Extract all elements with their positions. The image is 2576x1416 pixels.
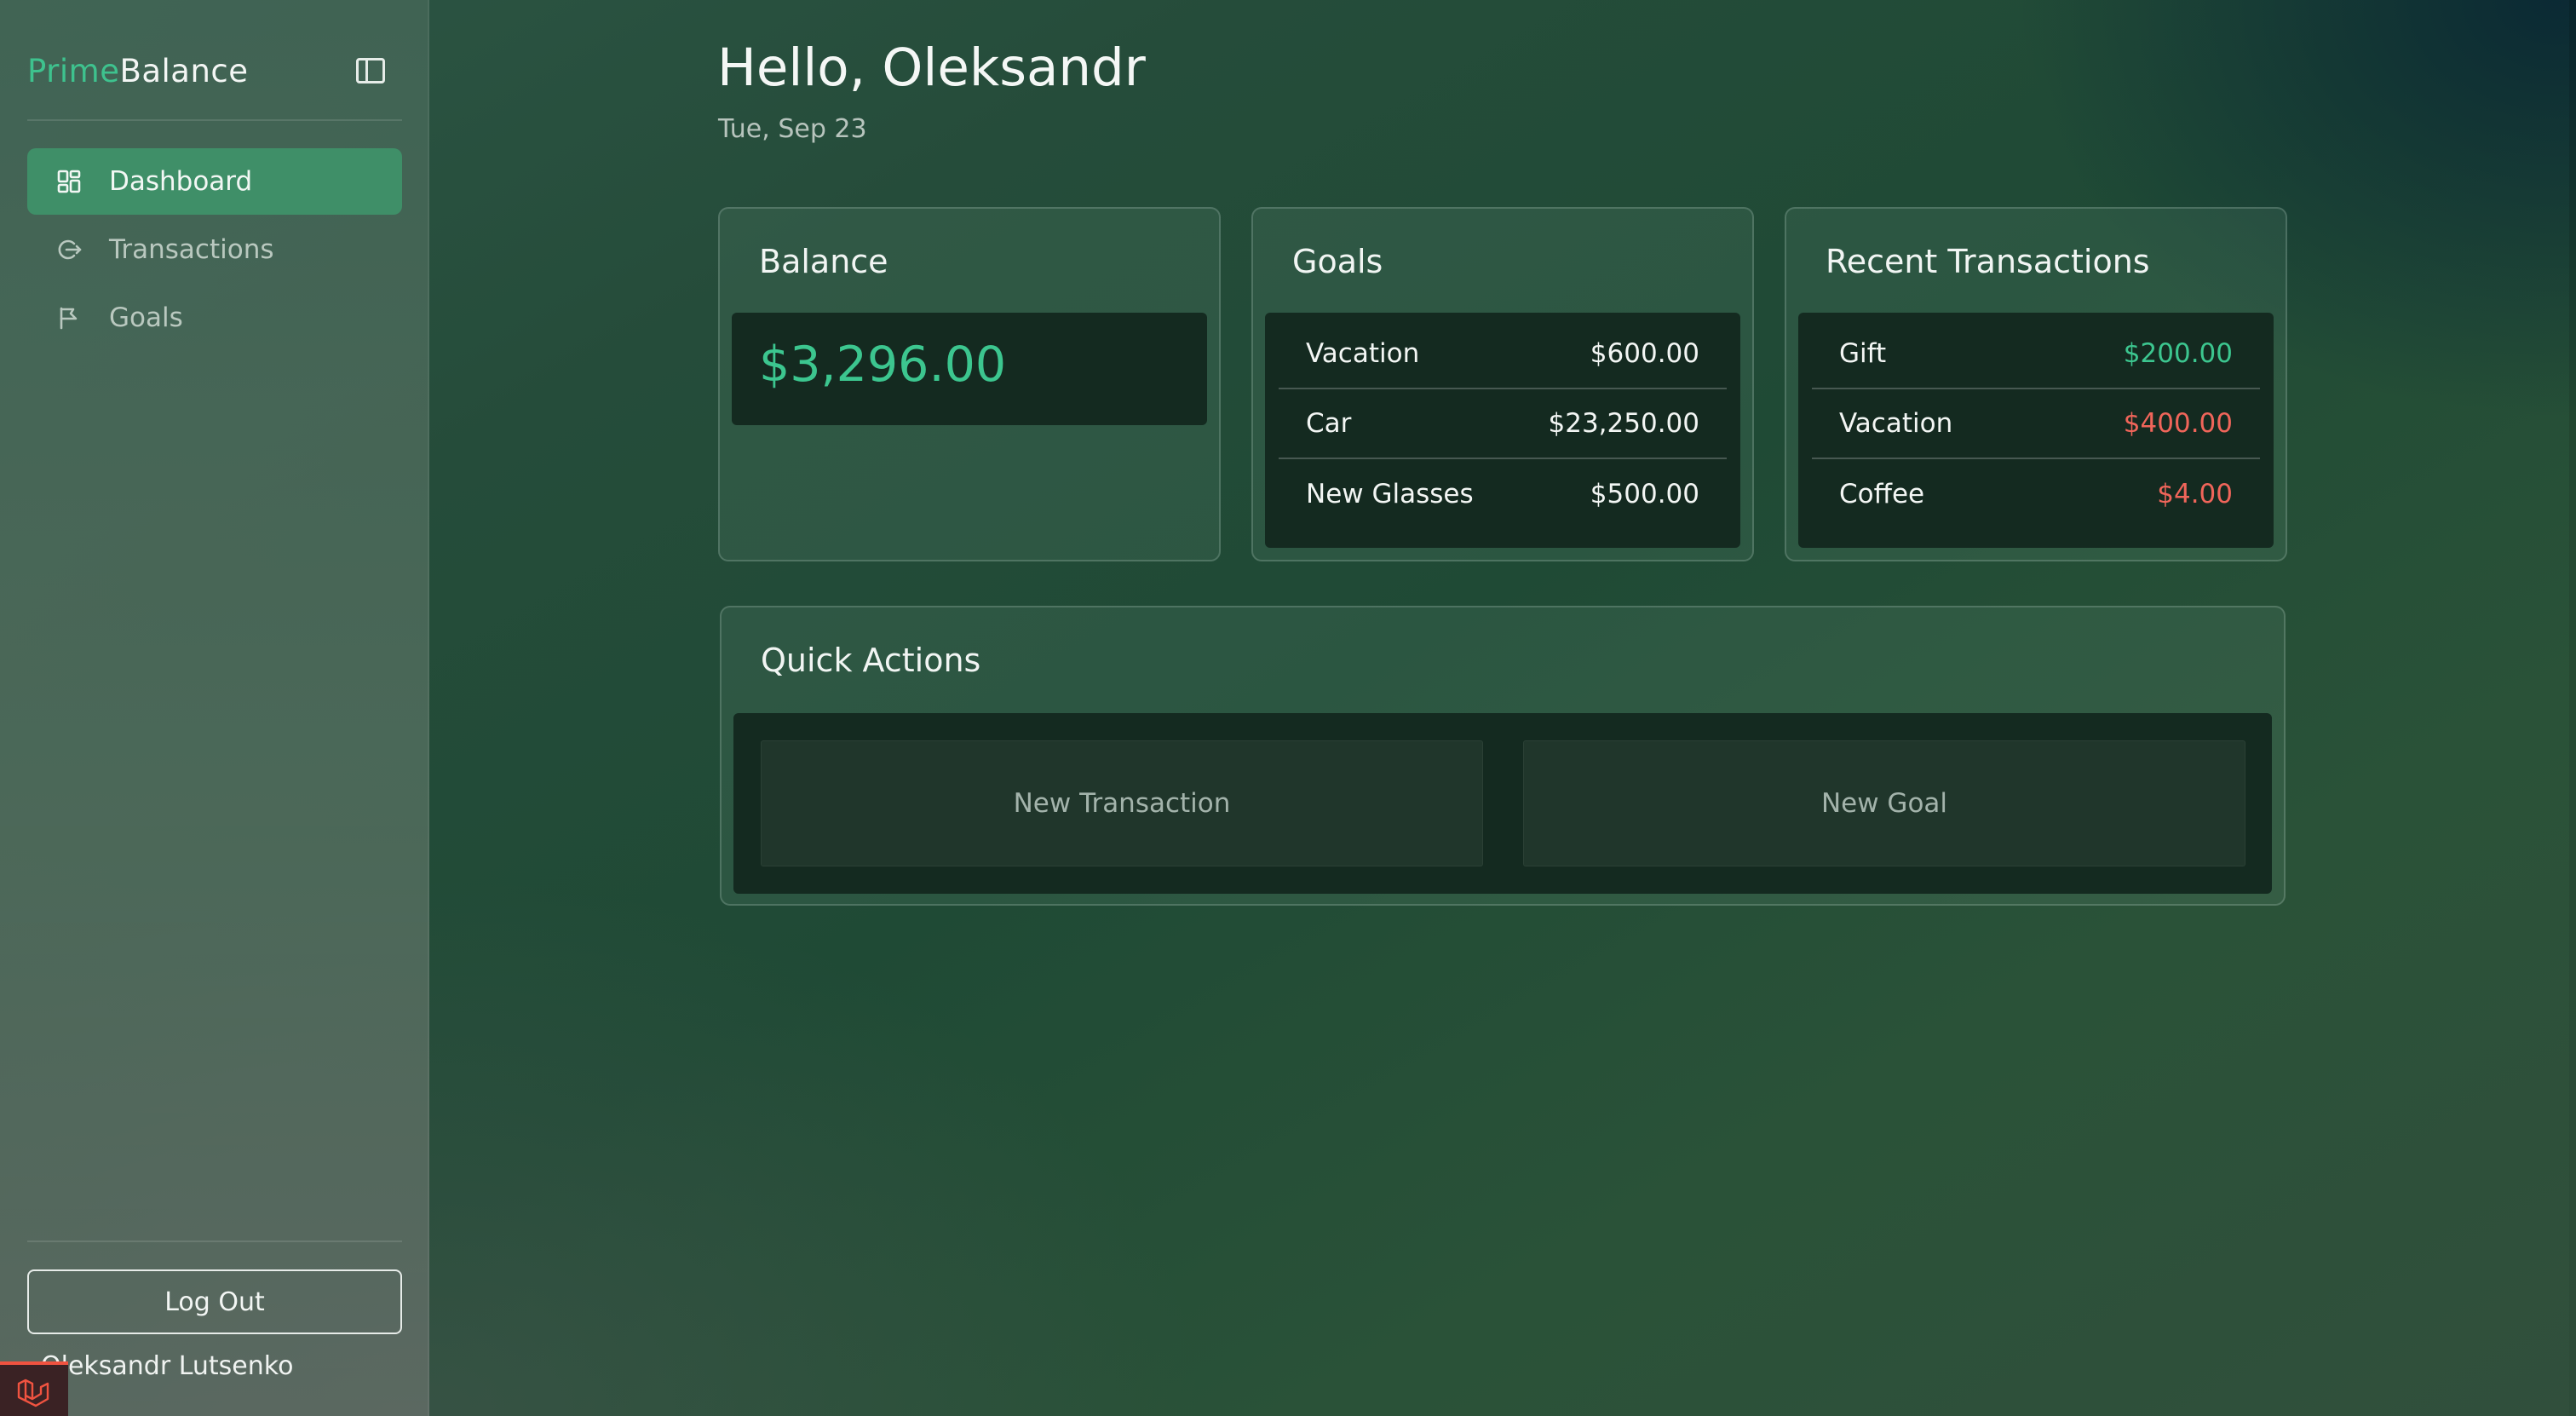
- quick-actions-card: Quick Actions New Transaction New Goal: [720, 606, 2286, 906]
- goal-row[interactable]: Car $23,250.00: [1279, 389, 1727, 459]
- recent-transactions-card: Recent Transactions Gift $200.00 Vacatio…: [1785, 207, 2287, 561]
- goal-amount: $600.00: [1590, 338, 1699, 369]
- transactions-arrows-icon: [58, 239, 82, 260]
- flag-icon: [60, 307, 78, 330]
- balance-card-title: Balance: [759, 243, 888, 280]
- transaction-amount: $400.00: [2123, 408, 2233, 439]
- transaction-amount: $200.00: [2123, 338, 2233, 369]
- balance-card: Balance $3,296.00: [718, 207, 1221, 561]
- goals-list: Vacation $600.00 Car $23,250.00 New Glas…: [1265, 313, 1740, 548]
- sidebar-toggle-icon[interactable]: [356, 58, 385, 83]
- goal-name: New Glasses: [1306, 479, 1474, 509]
- brand-logo[interactable]: PrimeBalance: [27, 53, 249, 89]
- recent-transactions-title: Recent Transactions: [1826, 243, 2150, 280]
- page-title: Hello, Oleksandr: [717, 37, 1146, 98]
- transaction-row[interactable]: Coffee $4.00: [1812, 459, 2260, 529]
- sidebar-item-goals[interactable]: Goals: [27, 285, 402, 351]
- sidebar-divider-top: [27, 119, 402, 121]
- dashboard-grid-icon: [57, 170, 81, 193]
- goal-amount: $500.00: [1590, 479, 1699, 509]
- transaction-name: Vacation: [1839, 408, 1953, 439]
- goal-name: Vacation: [1306, 338, 1420, 369]
- transaction-name: Coffee: [1839, 479, 1925, 509]
- transaction-row[interactable]: Vacation $400.00: [1812, 389, 2260, 459]
- sidebar-item-dashboard[interactable]: Dashboard: [27, 148, 402, 215]
- sidebar-item-label: Goals: [109, 302, 183, 333]
- transaction-row[interactable]: Gift $200.00: [1812, 319, 2260, 389]
- app-window: PrimeBalance Dashboard Transactions Goal…: [0, 0, 2576, 1416]
- goals-card-title: Goals: [1292, 243, 1383, 280]
- laravel-logo-icon[interactable]: [0, 1361, 68, 1416]
- brand-balance: Balance: [119, 53, 249, 89]
- goal-amount: $23,250.00: [1548, 408, 1700, 439]
- logout-button[interactable]: Log Out: [27, 1269, 402, 1334]
- user-name[interactable]: Oleksandr Lutsenko: [41, 1351, 293, 1381]
- balance-amount: $3,296.00: [759, 337, 1007, 393]
- quick-actions-title: Quick Actions: [761, 642, 981, 679]
- new-goal-button[interactable]: New Goal: [1523, 740, 2245, 866]
- goal-row[interactable]: New Glasses $500.00: [1279, 459, 1727, 529]
- balance-panel: $3,296.00: [732, 313, 1207, 425]
- new-transaction-button[interactable]: New Transaction: [761, 740, 1483, 866]
- brand-prime: Prime: [27, 53, 120, 89]
- current-date: Tue, Sep 23: [718, 114, 867, 144]
- window-edge: [2569, 0, 2576, 1416]
- sidebar-item-label: Dashboard: [109, 166, 253, 197]
- sidebar-divider-bottom: [27, 1240, 402, 1242]
- goals-card: Goals Vacation $600.00 Car $23,250.00 Ne…: [1251, 207, 1754, 561]
- transaction-amount: $4.00: [2157, 479, 2233, 509]
- goal-name: Car: [1306, 408, 1352, 439]
- transaction-name: Gift: [1839, 338, 1887, 369]
- transactions-list: Gift $200.00 Vacation $400.00 Coffee $4.…: [1798, 313, 2274, 548]
- sidebar: PrimeBalance Dashboard Transactions Goal…: [0, 0, 429, 1416]
- goal-row[interactable]: Vacation $600.00: [1279, 319, 1727, 389]
- quick-actions-panel: New Transaction New Goal: [733, 713, 2272, 894]
- sidebar-item-transactions[interactable]: Transactions: [27, 216, 402, 283]
- sidebar-item-label: Transactions: [109, 234, 274, 265]
